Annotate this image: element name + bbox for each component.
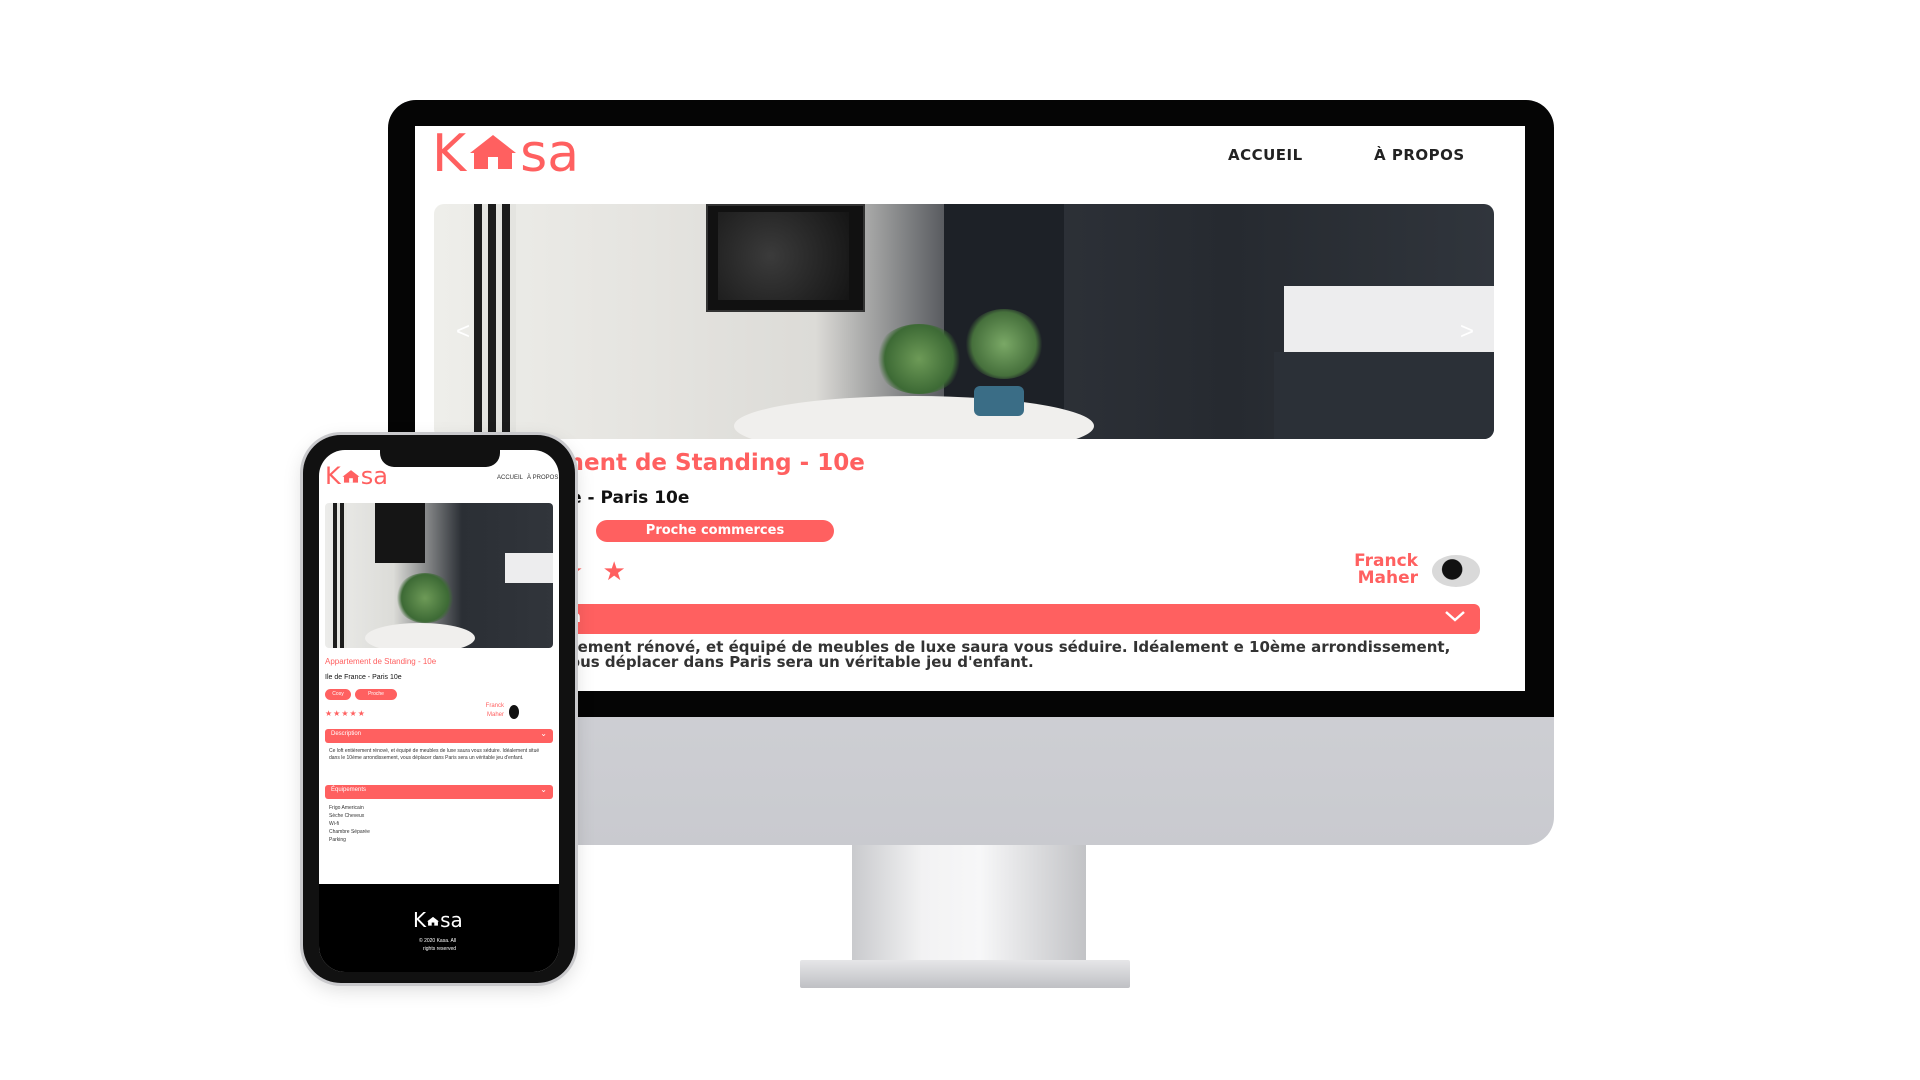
desktop-nav-about[interactable]: À PROPOS [1374,146,1465,164]
list-item: Chambre Séparée [329,829,370,835]
carousel-prev-button[interactable]: < [456,318,470,346]
monitor-stand-base [800,960,1130,988]
desktop-host-name: Franck Maher [1354,551,1418,588]
monitor-stand-neck [852,845,1086,965]
desktop-nav-home[interactable]: ACCUEIL [1228,146,1303,164]
desktop-host-avatar [1432,555,1480,587]
mobile-listing-title: Appartement de Standing - 10e [325,657,437,666]
mobile-listing-location: Ile de France - Paris 10e [325,674,402,681]
mobile-description-text: Ce loft entièrement rénové, et équipé de… [329,748,540,761]
desktop-tag-proche-commerces: Proche commerces [596,520,834,542]
mobile-tag-cosy: Cosy [325,689,351,700]
mobile-nav-about[interactable]: À PROPOS [527,475,558,481]
desktop-listing-location: ce - Paris 10e [560,488,690,508]
mobile-equipment-list: Frigo Americain Sèche Cheveux Wi-fi Cham… [329,804,370,844]
mobile-host-avatar [509,705,519,719]
chevron-down-icon[interactable]: ⌄ [540,729,547,738]
mobile-copyright-line1: © 2020 Kasa. All [419,938,457,944]
desktop-description-toggle[interactable] [560,604,1480,634]
mobile-equipment-toggle[interactable]: Équipements ⌄ [325,785,553,799]
carousel-next-button[interactable]: > [1460,318,1474,346]
mobile-tag-proche-commerces: Proche commerces [355,689,397,708]
list-item: Parking [329,837,346,843]
house-icon [470,135,517,169]
mobile-footer: Ksa © 2020 Kasa. All rights reserved [319,884,559,972]
desktop-description-text: èrement rénové, et équipé de meubles de … [560,638,1451,671]
list-item: Sèche Cheveux [329,813,365,819]
mobile-host-last-name: Maher [486,712,504,718]
mobile-screen: Ksa ACCUEIL À PROPOS Appartement de Stan… [319,450,559,972]
mobile-carousel-image [325,503,553,648]
desktop-carousel-image [434,204,1494,439]
mobile-host-first-name: Franck [485,703,504,709]
mobile-nav-home[interactable]: ACCUEIL [497,475,523,481]
mobile-footer-logo: Ksa [413,908,463,932]
list-item: Frigo Americain [329,805,364,811]
desktop-listing-title: ment de Standing - 10e [560,450,865,476]
chevron-down-icon[interactable]: ⌄ [540,785,547,794]
desktop-logo[interactable]: Ksa [432,124,579,184]
chevron-down-icon[interactable] [1442,606,1468,632]
list-item: Wi-fi [329,821,339,827]
phone-notch [380,447,500,467]
mobile-logo[interactable]: Ksa [325,462,388,490]
mobile-copyright-line2: rights reserved [423,946,457,952]
house-icon [427,916,440,926]
house-icon [342,470,360,483]
mobile-description-toggle[interactable]: Description ⌄ [325,729,553,743]
mobile-rating-stars: ★★★★★ [325,709,366,718]
